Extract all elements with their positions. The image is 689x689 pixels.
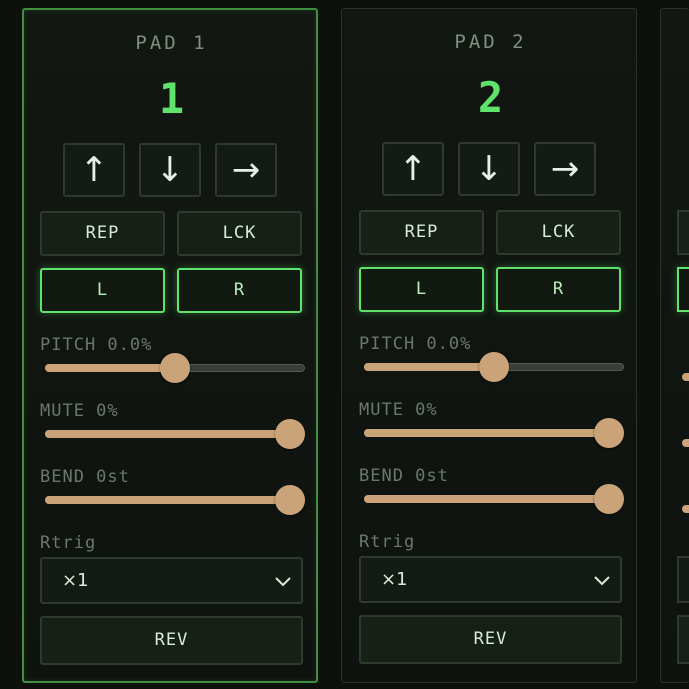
arrow-up-button[interactable]: ↑ [382,142,444,196]
chevron-down-icon [275,577,291,587]
pitch-label: PITCH 0.0% [40,335,153,355]
rtrig-select[interactable]: ×1 [40,557,303,604]
pitch-label: PITCH 0.0% [359,334,472,354]
slider-thumb[interactable] [594,484,624,514]
pad-panel-1: PAD 1 1 ↑ ↓ → REP LCK L R PITCH 0.0% MUT… [22,8,318,683]
rtrig-label: Rtrig [40,533,97,553]
slider-thumb[interactable] [275,485,305,515]
slider-fill-partial [682,439,689,447]
arrow-down-button[interactable]: ↓ [139,143,201,197]
pad-title: PAD 2 [454,31,527,53]
rtrig-select-partial[interactable] [677,556,689,603]
pad-panel-3-partial [660,8,689,683]
slider-thumb[interactable] [275,419,305,449]
slider-fill [45,364,175,372]
pad-title: PAD 1 [135,32,208,54]
rtrig-label: Rtrig [359,532,416,552]
arrow-button-group: ↑ ↓ → [382,142,599,198]
arrow-right-button[interactable]: → [534,142,596,196]
rev-button[interactable]: REV [359,615,622,664]
pad-number: 1 [158,74,185,123]
lr-row: L R [40,268,303,314]
l-toggle-button[interactable]: L [40,268,165,313]
rtrig-selected-value: ×1 [381,569,408,590]
r-toggle-button[interactable]: R [177,268,302,313]
bend-slider[interactable] [45,485,305,515]
slider-thumb[interactable] [160,353,190,383]
slider-fill [364,363,494,371]
arrow-right-button[interactable]: → [215,143,277,197]
pad-number: 2 [477,73,504,122]
l-toggle-button-partial[interactable] [677,267,689,312]
slider-fill [364,495,609,503]
chevron-down-icon [594,576,610,586]
slider-fill-partial [682,505,689,513]
bend-label: BEND 0st [359,466,449,486]
rep-lck-row: REP LCK [359,210,622,256]
arrow-down-button[interactable]: ↓ [458,142,520,196]
r-toggle-button[interactable]: R [496,267,621,312]
slider-fill [45,430,290,438]
rtrig-selected-value: ×1 [62,570,89,591]
lck-button[interactable]: LCK [496,210,621,255]
lck-button[interactable]: LCK [177,211,302,256]
rev-button[interactable]: REV [40,616,303,665]
bend-slider[interactable] [364,484,624,514]
mute-label: MUTE 0% [40,401,119,421]
rep-button-partial[interactable] [677,210,689,255]
slider-fill [364,429,609,437]
rev-button-partial[interactable] [677,615,689,664]
pitch-slider[interactable] [45,353,305,383]
slider-thumb[interactable] [594,418,624,448]
lr-row: L R [359,267,622,313]
rtrig-select[interactable]: ×1 [359,556,622,603]
slider-fill-partial [682,373,689,381]
pitch-slider[interactable] [364,352,624,382]
arrow-up-button[interactable]: ↑ [63,143,125,197]
pad-panel-2: PAD 2 2 ↑ ↓ → REP LCK L R PITCH 0.0% MUT… [341,8,637,683]
slider-fill [45,496,290,504]
bend-label: BEND 0st [40,467,130,487]
mute-label: MUTE 0% [359,400,438,420]
mute-slider[interactable] [45,419,305,449]
mute-slider[interactable] [364,418,624,448]
arrow-button-group: ↑ ↓ → [63,143,280,199]
rep-button[interactable]: REP [40,211,165,256]
l-toggle-button[interactable]: L [359,267,484,312]
slider-thumb[interactable] [479,352,509,382]
rep-button[interactable]: REP [359,210,484,255]
rep-lck-row: REP LCK [40,211,303,257]
